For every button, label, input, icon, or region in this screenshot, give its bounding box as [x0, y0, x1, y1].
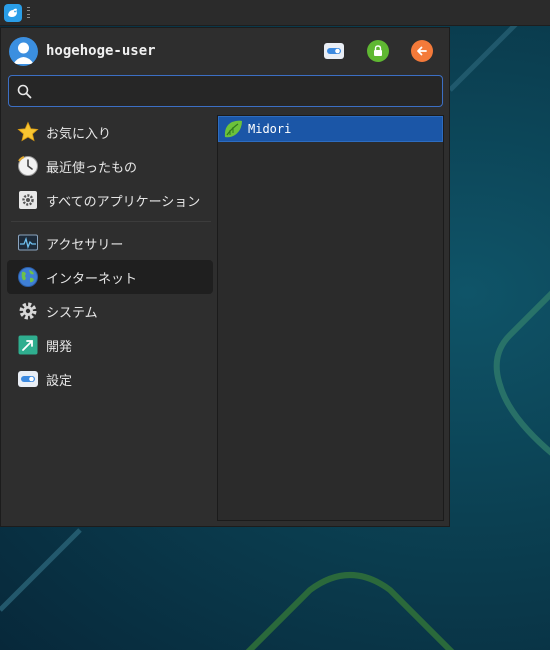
category-favorites[interactable]: お気に入り: [7, 115, 213, 149]
category-all-applications[interactable]: すべてのアプリケーション: [7, 183, 213, 217]
search-input[interactable]: [32, 76, 442, 106]
category-label: システム: [46, 305, 98, 321]
midori-leaf-icon: [222, 118, 244, 140]
settings-button[interactable]: [323, 40, 345, 62]
username-label: hogehoge-user: [46, 43, 156, 59]
settings-toggle-icon: [17, 368, 39, 390]
category-accessories[interactable]: アクセサリー: [7, 226, 213, 260]
lock-screen-button[interactable]: [367, 40, 389, 62]
logout-button[interactable]: [411, 40, 433, 62]
recent-clock-icon: [17, 155, 39, 177]
category-label: インターネット: [46, 271, 138, 287]
category-label: お気に入り: [46, 126, 112, 142]
development-icon: [17, 334, 39, 356]
top-panel: [0, 0, 550, 26]
category-recent[interactable]: 最近使ったもの: [7, 149, 213, 183]
category-label: 開発: [46, 339, 73, 355]
category-label: すべてのアプリケーション: [46, 194, 201, 210]
category-separator: [11, 221, 211, 222]
category-list: お気に入り 最近使ったもの すべてのアプリケーション アクセサリー インターネッ…: [7, 115, 213, 396]
category-label: 最近使ったもの: [46, 160, 138, 176]
all-apps-gear-icon: [17, 189, 39, 211]
lock-icon: [374, 45, 382, 56]
star-icon: [17, 121, 39, 143]
application-list: Midori: [217, 115, 444, 521]
category-label: 設定: [46, 373, 73, 389]
panel-handle[interactable]: [27, 6, 31, 19]
app-item-midori[interactable]: Midori: [218, 116, 443, 142]
settings-toggle-icon: [324, 43, 344, 59]
category-internet[interactable]: インターネット: [7, 260, 213, 294]
user-avatar-icon: [13, 42, 34, 64]
search-field[interactable]: [8, 75, 443, 107]
menu-header: hogehoge-user: [1, 28, 449, 74]
arrow-left-icon: [417, 46, 427, 56]
xfce-logo-icon: [4, 3, 22, 22]
globe-icon: [17, 266, 39, 288]
category-system[interactable]: システム: [7, 294, 213, 328]
gear-icon: [17, 300, 39, 322]
avatar[interactable]: [9, 37, 38, 66]
accessories-monitor-icon: [17, 232, 39, 254]
whisker-menu-panel: hogehoge-user お気に入り 最近使ったもの すべてのアプリケーション…: [0, 27, 450, 527]
whisker-menu-button[interactable]: [0, 0, 26, 26]
app-label: Midori: [248, 122, 292, 136]
category-settings[interactable]: 設定: [7, 362, 213, 396]
category-label: アクセサリー: [46, 237, 124, 253]
category-development[interactable]: 開発: [7, 328, 213, 362]
search-icon: [17, 84, 32, 98]
